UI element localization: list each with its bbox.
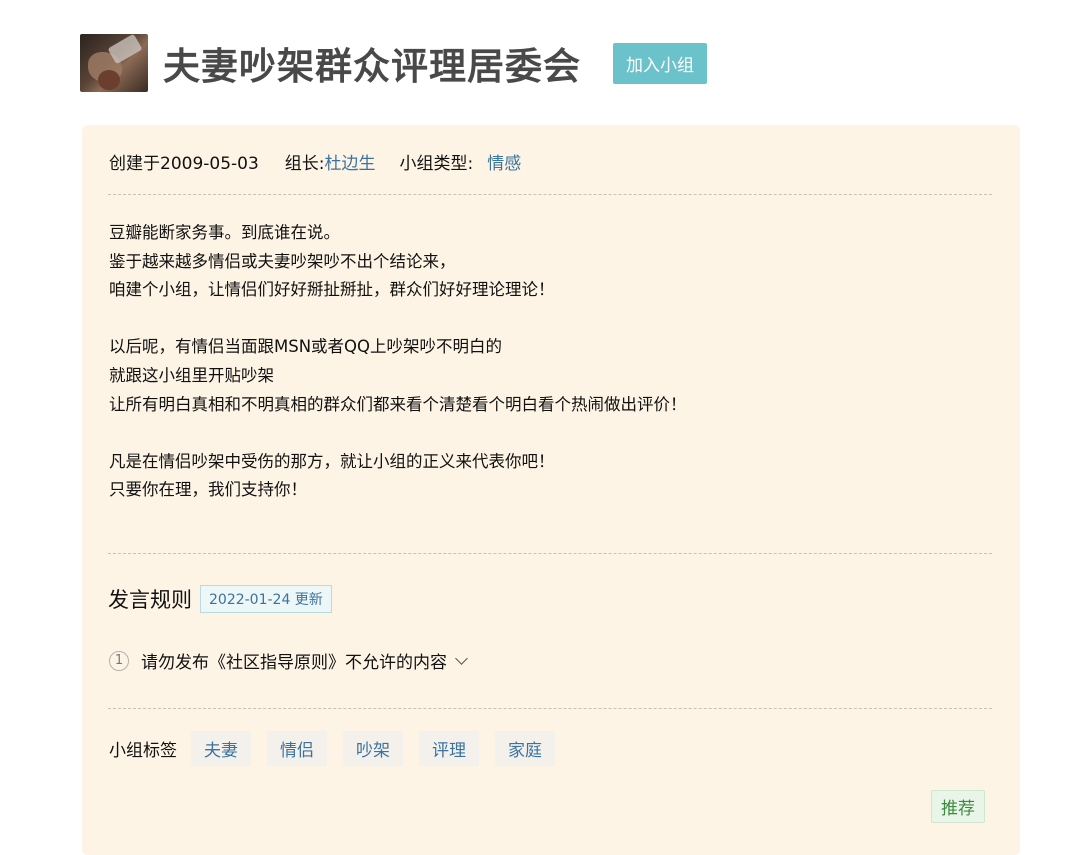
created-date: 创建于2009-05-03 — [109, 154, 259, 174]
group-header: 夫妻吵架群众评理居委会 加入小组 — [80, 34, 707, 92]
intro-line: 只要你在理，我们支持你！ — [109, 480, 307, 500]
group-type-link[interactable]: 情感 — [487, 149, 521, 174]
intro-line: 鉴于越来越多情侣或夫妻吵架吵不出个结论来， — [109, 251, 456, 271]
intro-line: 以后呢，有情侣当面跟MSN或者QQ上吵架吵不明白的 — [109, 337, 503, 357]
join-group-button[interactable]: 加入小组 — [613, 42, 707, 84]
group-info-panel: 创建于2009-05-03 组长: 杜边生 小组类型: 情感 豆瓣能断家务事。到… — [82, 125, 1020, 855]
group-intro: 豆瓣能断家务事。到底谁在说。鉴于越来越多情侣或夫妻吵架吵不出个结论来， 咱建个小组… — [109, 219, 687, 505]
tag[interactable]: 吵架 — [343, 731, 403, 766]
divider — [108, 194, 992, 195]
tag[interactable]: 夫妻 — [191, 731, 251, 766]
tag[interactable]: 情侣 — [267, 731, 327, 766]
intro-line: 豆瓣能断家务事。到底谁在说。 — [109, 223, 340, 242]
group-type-label: 小组类型: — [399, 154, 474, 174]
recommend-button[interactable]: 推荐 — [931, 790, 985, 823]
rule-item[interactable]: 1 请勿发布《社区指导原则》不允许的内容 — [109, 648, 468, 673]
intro-line: 让所有明白真相和不明真相的群众们都来看个清楚看个明白看个热闹做出评价！ — [109, 394, 687, 414]
rule-text: 请勿发布《社区指导原则》不允许的内容 — [141, 653, 447, 673]
chevron-down-icon[interactable] — [455, 651, 468, 665]
rule-number: 1 — [109, 650, 129, 671]
group-title: 夫妻吵架群众评理居委会 — [163, 45, 581, 88]
intro-line: 凡是在情侣吵架中受伤的那方，就让小组的正义来代表你吧！ — [109, 451, 555, 471]
tag[interactable]: 家庭 — [495, 731, 555, 766]
tags-label: 小组标签 — [109, 741, 177, 761]
group-meta: 创建于2009-05-03 组长: 杜边生 小组类型: 情感 — [109, 149, 521, 174]
tag[interactable]: 评理 — [419, 731, 479, 766]
intro-line: 就跟这小组里开贴吵架 — [109, 365, 274, 385]
intro-line: 咱建个小组，让情侣们好好掰扯掰扯，群众们好好理论理论！ — [109, 280, 555, 300]
group-avatar[interactable] — [80, 34, 148, 92]
group-tags: 小组标签 夫妻 情侣 吵架 评理 家庭 — [109, 731, 571, 766]
rules-header: 发言规则 2022-01-24 更新 — [108, 584, 332, 614]
divider — [108, 708, 992, 709]
leader-label: 组长: — [284, 154, 325, 174]
rules-update-badge: 2022-01-24 更新 — [200, 585, 332, 613]
divider — [108, 553, 992, 554]
leader-link[interactable]: 杜边生 — [325, 149, 376, 174]
rules-title: 发言规则 — [108, 588, 192, 612]
